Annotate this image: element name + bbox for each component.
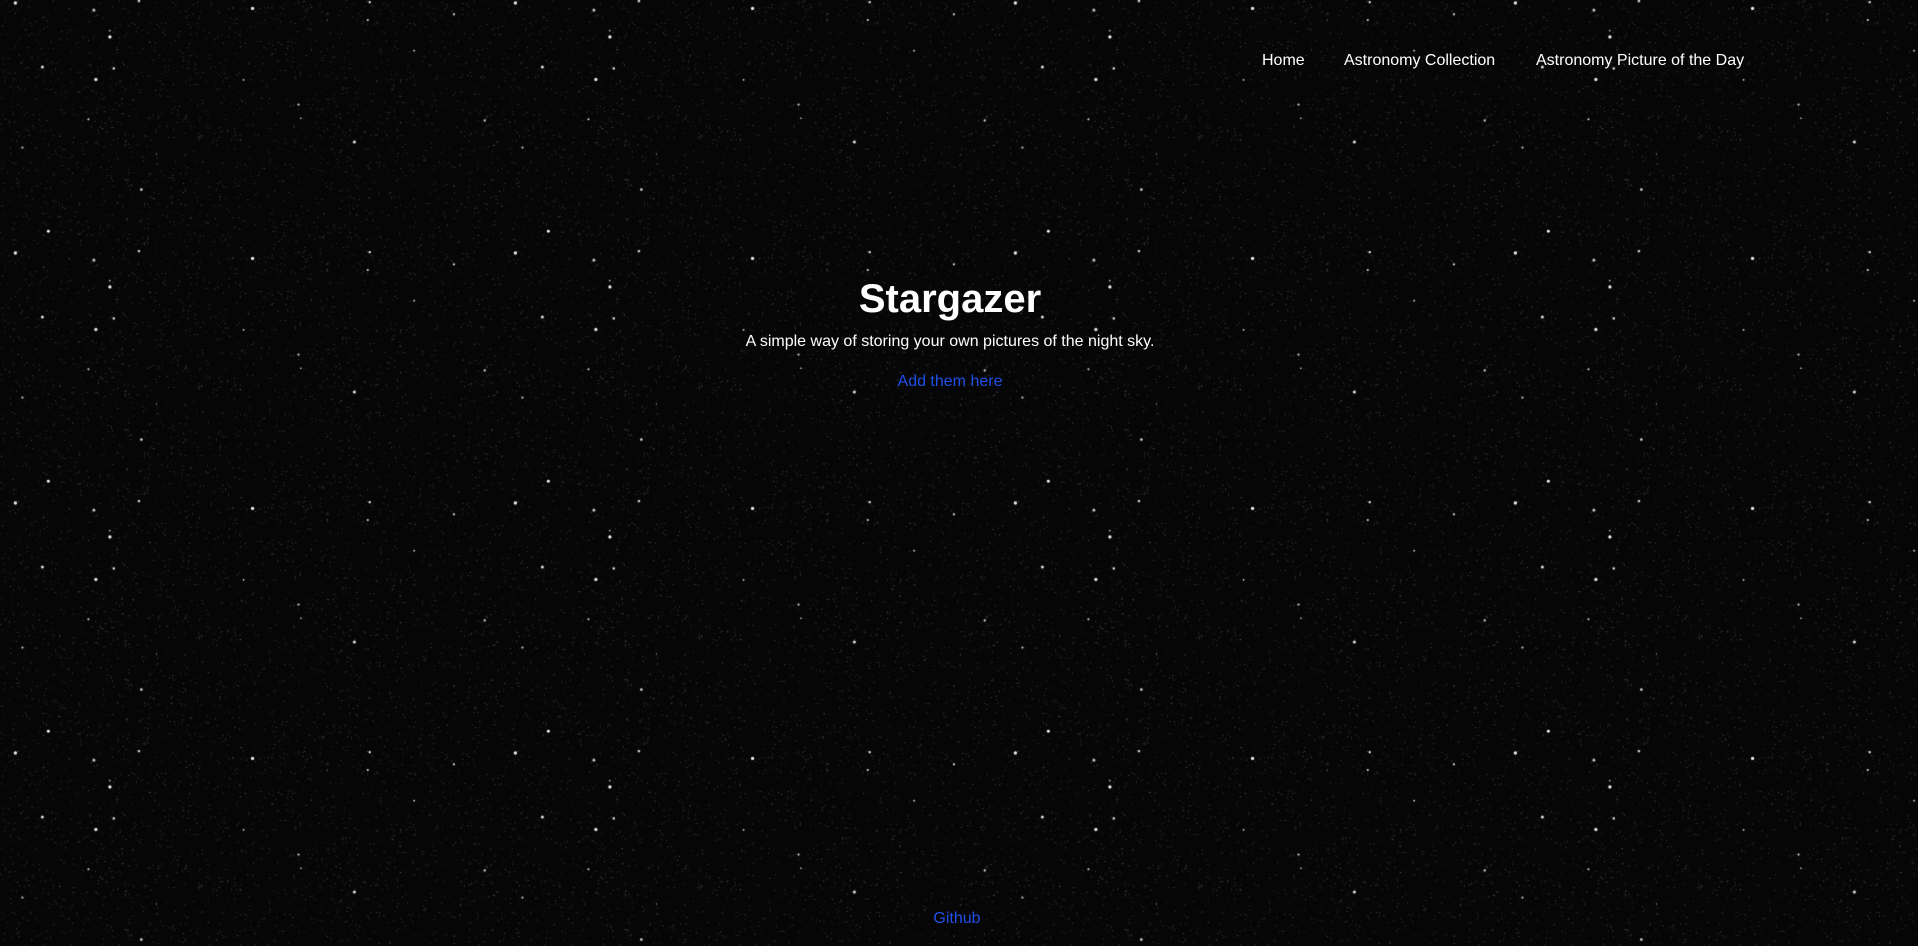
footer: Github bbox=[0, 908, 1914, 930]
add-them-here-link[interactable]: Add them here bbox=[898, 373, 1003, 390]
nav-link-astronomy-picture-of-the-day[interactable]: Astronomy Picture of the Day bbox=[1536, 52, 1744, 70]
page-title: Stargazer bbox=[858, 277, 1042, 321]
nav-link-home[interactable]: Home bbox=[1262, 52, 1305, 70]
nav-link-astronomy-collection[interactable]: Astronomy Collection bbox=[1344, 52, 1495, 70]
starfield-background bbox=[0, 0, 1918, 946]
page: Home Astronomy Collection Astronomy Pict… bbox=[0, 0, 1918, 946]
page-subtitle: A simple way of storing your own picture… bbox=[745, 333, 1155, 350]
github-link[interactable]: Github bbox=[933, 910, 980, 927]
cta-container: Add them here bbox=[0, 371, 1900, 393]
top-navigation: Home Astronomy Collection Astronomy Pict… bbox=[0, 52, 1918, 76]
